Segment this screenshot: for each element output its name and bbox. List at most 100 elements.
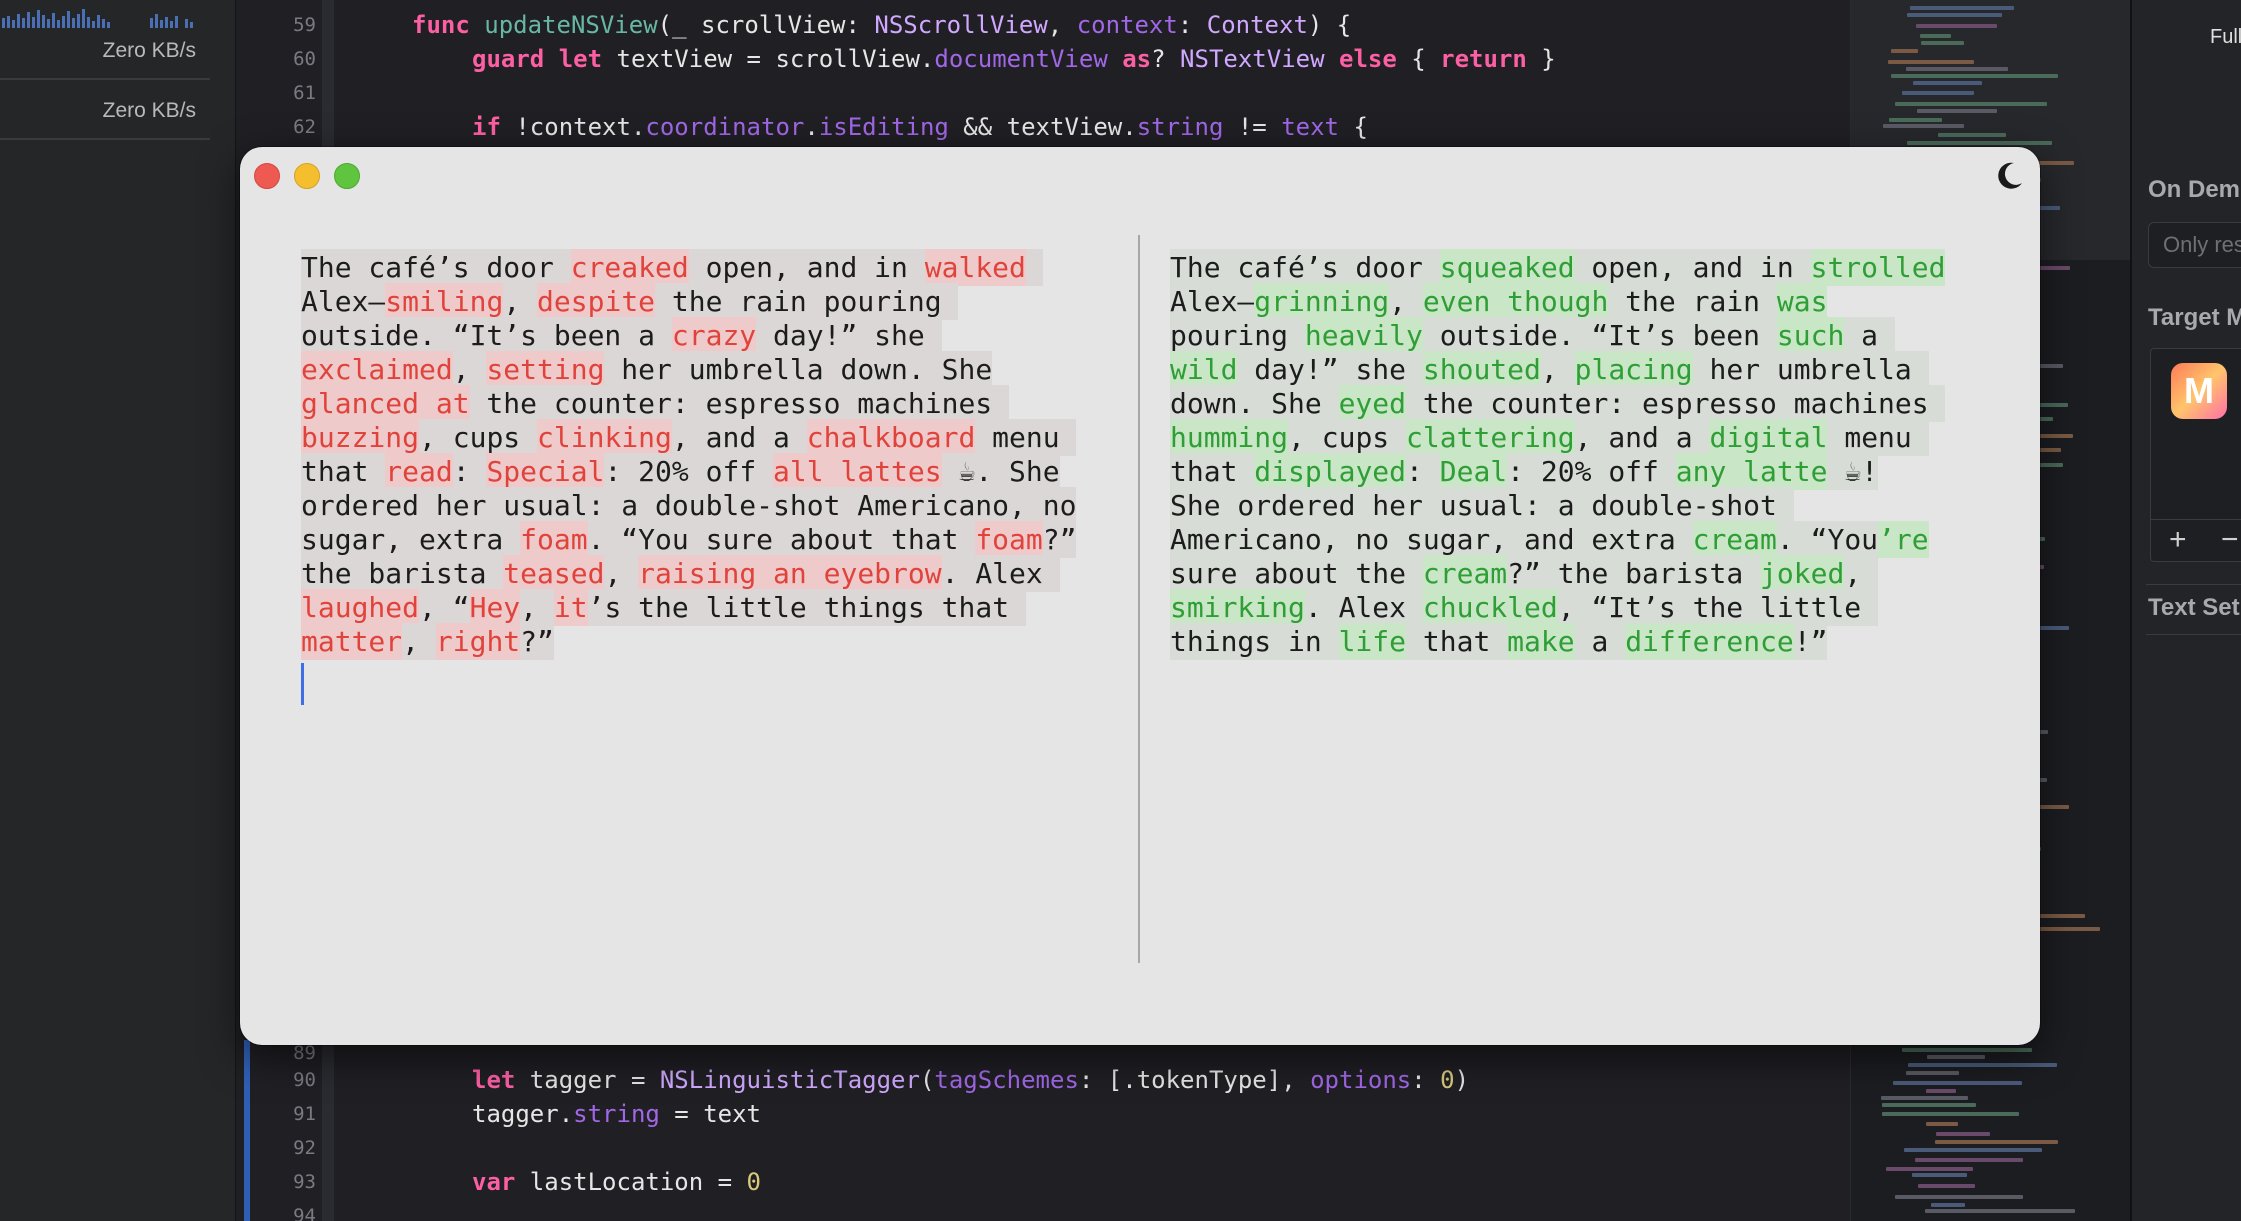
unchanged-text: Americano, no sugar, and extra <box>1170 521 1693 558</box>
minimap-line <box>1913 81 1982 85</box>
unchanged-text: , and a <box>671 419 807 456</box>
minimap-line <box>1926 1122 1958 1126</box>
deleted-word: exclaimed <box>301 351 453 388</box>
text-line: matter, right?” <box>301 623 1121 660</box>
text-line: outside. “It’s been a crazy day!” she <box>301 317 1121 354</box>
unchanged-text: , <box>1540 351 1575 388</box>
window-minimize-button[interactable] <box>294 163 320 189</box>
unchanged-text: the rain pouring <box>655 283 959 320</box>
target-membership-list[interactable]: M + − <box>2150 348 2241 562</box>
revised-text-pane[interactable]: The café’s door squeaked open, and in st… <box>1170 249 1990 660</box>
original-text-pane[interactable]: The café’s door creaked open, and in wal… <box>301 249 1121 660</box>
inserted-word: life <box>1338 623 1407 660</box>
unchanged-text: open, and in <box>1574 249 1811 286</box>
deleted-word: Special <box>486 453 605 490</box>
on-demand-heading: On Dem <box>2148 176 2241 203</box>
unchanged-text: , <box>520 589 554 626</box>
code-line-60[interactable]: 60 guard let textView = scrollView.docum… <box>238 42 1838 76</box>
code-line-91[interactable]: 91 tagger.string = text <box>238 1097 1838 1131</box>
remove-target-button[interactable]: − <box>2221 520 2239 560</box>
inserted-word: smirking <box>1170 589 1305 626</box>
line-number: 61 <box>293 82 316 104</box>
text-line: The café’s door creaked open, and in wal… <box>301 249 1121 286</box>
inserted-word: such <box>1776 317 1845 354</box>
deleted-word: read <box>385 453 453 490</box>
code-line-59[interactable]: 59 func updateNSView(_ scrollView: NSScr… <box>238 8 1838 42</box>
deleted-word: all lattes <box>773 453 942 490</box>
deleted-word: chalkboard <box>806 419 976 456</box>
inserted-word: displayed <box>1254 453 1407 490</box>
pane-divider[interactable] <box>1138 235 1140 963</box>
unchanged-text: : 20% off <box>604 453 774 490</box>
inserted-word: any latte <box>1675 453 1828 490</box>
deleted-word: laughed <box>301 589 420 626</box>
unchanged-text: sugar, extra <box>301 521 521 558</box>
window-close-button[interactable] <box>254 163 280 189</box>
minimap-line <box>1889 118 1942 122</box>
unchanged-text: . Alex <box>941 555 1060 592</box>
inserted-word: strolled <box>1810 249 1946 286</box>
minimap-line <box>1910 6 2014 10</box>
unchanged-text: that <box>1170 453 1255 490</box>
unchanged-text: outside. “It’s been <box>1422 317 1777 354</box>
deleted-word: it <box>553 589 588 626</box>
inserted-word: cream <box>1422 555 1508 592</box>
code-line-62[interactable]: 62 if !context.coordinator.isEditing && … <box>238 110 1838 144</box>
unchanged-text: day!” she <box>1237 351 1423 388</box>
inserted-word: make <box>1507 623 1575 660</box>
unchanged-text: The café’s door <box>301 249 571 286</box>
text-line: Alex—smiling, despite the rain pouring <box>301 283 1121 320</box>
text-line: sugar, extra foam. “You sure about that … <box>301 521 1121 558</box>
unchanged-text: ordered her usual: a double-shot America… <box>301 487 1077 524</box>
minimap-line <box>1906 1071 1959 1075</box>
minimap-line <box>1904 1148 2042 1152</box>
text-line: Alex—grinning, even though the rain was <box>1170 283 1990 320</box>
app-target-icon[interactable]: M <box>2171 363 2227 419</box>
text-line: wild day!” she shouted, placing her umbr… <box>1170 351 1990 388</box>
add-target-button[interactable]: + <box>2169 520 2187 560</box>
text-cursor <box>301 663 304 705</box>
on-demand-resources-field[interactable]: Only res <box>2148 222 2241 268</box>
inserted-word: ’re <box>1878 521 1929 558</box>
unchanged-text: day!” she <box>756 317 942 354</box>
minimap-line <box>1895 102 2047 106</box>
moon-icon[interactable] <box>1992 159 2026 193</box>
minimap-line <box>1907 141 2052 145</box>
unchanged-text: : 20% off <box>1507 453 1676 490</box>
unchanged-text: The café’s door <box>1170 249 1440 286</box>
code-line-93[interactable]: 93 var lastLocation = 0 <box>238 1165 1838 1199</box>
minimap-line <box>1882 1112 2019 1116</box>
deleted-word: Hey <box>469 589 521 626</box>
inserted-word: squeaked <box>1439 249 1575 286</box>
text-line: down. She eyed the counter: espresso mac… <box>1170 385 1990 422</box>
minimap-line <box>1936 1132 1990 1136</box>
window-zoom-button[interactable] <box>334 163 360 189</box>
code-line-92[interactable]: 92 <box>238 1131 1838 1165</box>
deleted-word: raising an eyebrow <box>638 555 942 592</box>
inserted-word: humming <box>1170 419 1289 456</box>
minimap-line <box>1883 124 1964 128</box>
deleted-word: crazy <box>671 317 757 354</box>
code-line-94[interactable]: 94 <box>238 1199 1838 1221</box>
unchanged-text: sure about the <box>1170 555 1423 592</box>
deleted-word: creaked <box>570 249 689 286</box>
inserted-word: was <box>1776 283 1828 320</box>
minimap-line <box>1908 1063 2057 1067</box>
unchanged-text: her umbrella <box>1692 351 1929 388</box>
minimap-line <box>1902 91 1974 95</box>
inspector-top-label: Full <box>2210 26 2241 48</box>
text-settings-heading: Text Set <box>2148 594 2240 621</box>
line-number: 62 <box>293 116 316 138</box>
text-line: glanced at the counter: espresso machine… <box>301 385 1121 422</box>
minimap-line <box>1906 67 2008 71</box>
text-line: She ordered her usual: a double-shot <box>1170 487 1990 524</box>
inserted-word: Deal <box>1439 453 1508 490</box>
code-line-90[interactable]: 90 let tagger = NSLinguisticTagger(tagSc… <box>238 1063 1838 1097</box>
unchanged-text: , <box>452 351 487 388</box>
code-line-61[interactable]: 61 <box>238 76 1838 110</box>
unchanged-text: , cups <box>419 419 538 456</box>
minimap-line <box>1895 1195 2023 1199</box>
unchanged-text: , <box>1844 555 1879 592</box>
text-diff-window: The café’s door creaked open, and in wal… <box>240 147 2040 1045</box>
inserted-word: joked <box>1760 555 1845 592</box>
